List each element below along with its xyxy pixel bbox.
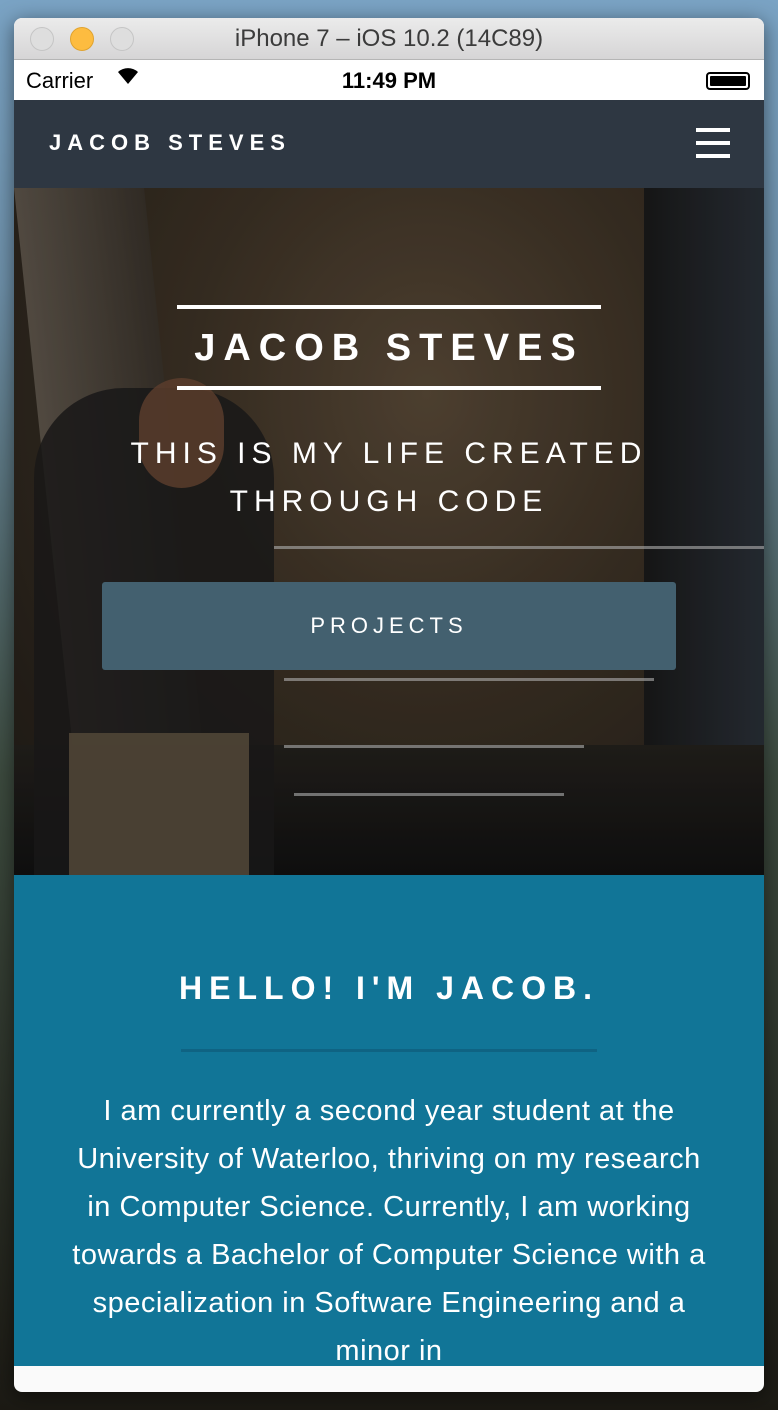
hero-section: JACOB STEVES THIS IS MY LIFE CREATED THR…	[14, 188, 764, 875]
projects-button[interactable]: PROJECTS	[102, 582, 676, 670]
simulator-window: iPhone 7 – iOS 10.2 (14C89) Carrier 11:4…	[14, 18, 764, 1392]
status-bar: Carrier 11:49 PM	[14, 60, 764, 100]
about-text: I am currently a second year student at …	[72, 1095, 706, 1367]
divider	[181, 1049, 597, 1052]
battery-icon	[706, 72, 750, 90]
window-title: iPhone 7 – iOS 10.2 (14C89)	[234, 25, 544, 52]
hamburger-icon[interactable]	[696, 128, 730, 158]
navbar: JACOB STEVES	[14, 100, 764, 188]
clock: 11:49 PM	[341, 68, 437, 93]
title-bar: iPhone 7 – iOS 10.2 (14C89)	[14, 18, 764, 60]
brand-link[interactable]: JACOB STEVES	[49, 130, 291, 156]
minimize-button[interactable]	[70, 27, 94, 51]
about-heading: HELLO! I'M JACOB.	[179, 970, 599, 1006]
hero-tagline: THIS IS MY LIFE CREATED THROUGH CODE	[130, 437, 648, 518]
zoom-button[interactable]	[110, 27, 134, 51]
close-button[interactable]	[30, 27, 54, 51]
about-section: HELLO! I'M JACOB. I am currently a secon…	[14, 875, 764, 1367]
hero-title: JACOB STEVES	[177, 305, 601, 390]
